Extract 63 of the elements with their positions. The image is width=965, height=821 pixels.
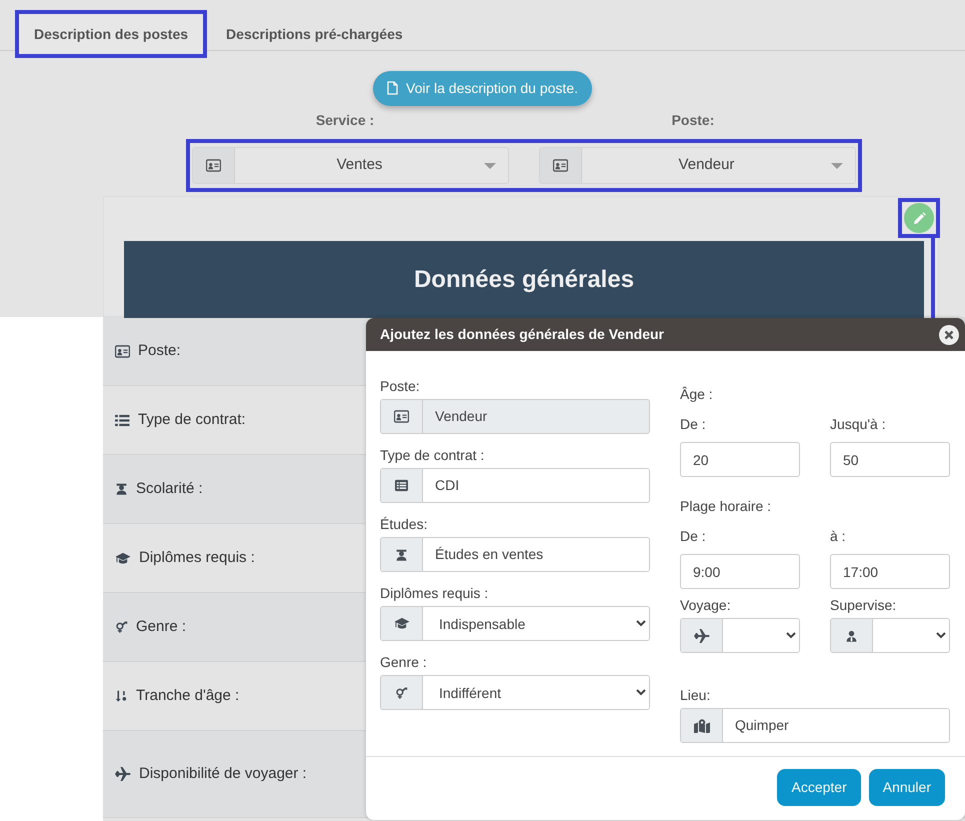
- field-label: Poste:: [380, 379, 421, 393]
- text-box[interactable]: Quimper: [680, 708, 950, 743]
- row-label: Disponibilité de voyager :: [139, 764, 307, 784]
- select-box[interactable]: [680, 618, 800, 653]
- tab[interactable]: Description des postes: [15, 10, 208, 58]
- input-field[interactable]: 50: [830, 442, 950, 477]
- graduation-cap-icon: [394, 617, 410, 630]
- field-label: Âge :: [680, 387, 714, 401]
- id-card-icon: [115, 344, 130, 358]
- field-label: Plage horaire :: [680, 499, 772, 513]
- input-field[interactable]: 17:00: [830, 554, 950, 589]
- close-icon: [944, 330, 954, 340]
- dialog-title: Ajoutez les données générales de Vendeur: [380, 325, 664, 344]
- field-label: Jusqu'à :: [830, 417, 887, 431]
- field-label: Supervise:: [830, 598, 898, 612]
- list-icon: [394, 479, 409, 492]
- caret-icon: [484, 162, 496, 168]
- graduation-cap-icon: [115, 552, 131, 564]
- close-button[interactable]: [939, 324, 959, 344]
- gender-icon: [395, 686, 408, 700]
- airplane-icon: [694, 628, 710, 642]
- dropdown[interactable]: Vendeur: [539, 147, 856, 184]
- field-label: Genre :: [380, 655, 428, 669]
- id-card-icon: [553, 159, 568, 172]
- dropdown[interactable]: Ventes: [192, 147, 509, 184]
- field-label: Études:: [380, 517, 428, 531]
- caret-icon: [831, 162, 843, 168]
- id-card-icon: [206, 159, 221, 172]
- sort-icon: [115, 689, 128, 703]
- field-label: Voyage:: [680, 598, 732, 612]
- map-icon: [694, 718, 710, 732]
- tab[interactable]: Descriptions pré-chargées: [207, 10, 422, 58]
- field-label: Poste:: [670, 111, 716, 130]
- student-icon: [115, 482, 128, 496]
- field-label: Service :: [314, 111, 376, 130]
- row-label: Diplômes requis :: [139, 548, 255, 568]
- text-box[interactable]: Études en ventes: [380, 537, 650, 572]
- field-label: De :: [680, 529, 707, 543]
- field-label: De :: [680, 417, 707, 431]
- document-icon: [387, 81, 398, 95]
- row-label: Scolarité :: [136, 478, 203, 499]
- field-label: à :: [830, 529, 847, 543]
- field-label: Type de contrat :: [380, 448, 486, 462]
- person-icon: [845, 628, 858, 642]
- row-label: Poste:: [138, 340, 181, 361]
- row-label: Tranche d'âge :: [136, 686, 240, 706]
- input-field[interactable]: 9:00: [680, 554, 800, 589]
- input-field[interactable]: 20: [680, 442, 800, 477]
- select-box[interactable]: Indifférent: [380, 675, 650, 710]
- list-icon: [115, 414, 130, 426]
- airplane-icon: [115, 767, 131, 781]
- section-title: Données générales: [124, 241, 924, 318]
- select-box[interactable]: Indispensable: [380, 606, 650, 641]
- student-icon: [395, 548, 408, 562]
- id-card-icon: [394, 410, 409, 423]
- text-box[interactable]: CDI: [380, 468, 650, 503]
- row-label: Genre :: [136, 616, 186, 637]
- pencil-icon: [912, 212, 926, 224]
- edit-button[interactable]: [904, 203, 934, 233]
- field-label: Diplômes requis :: [380, 586, 490, 600]
- row-label: Type de contrat:: [138, 410, 246, 430]
- field-label: Lieu:: [680, 688, 712, 702]
- gender-icon: [115, 620, 128, 634]
